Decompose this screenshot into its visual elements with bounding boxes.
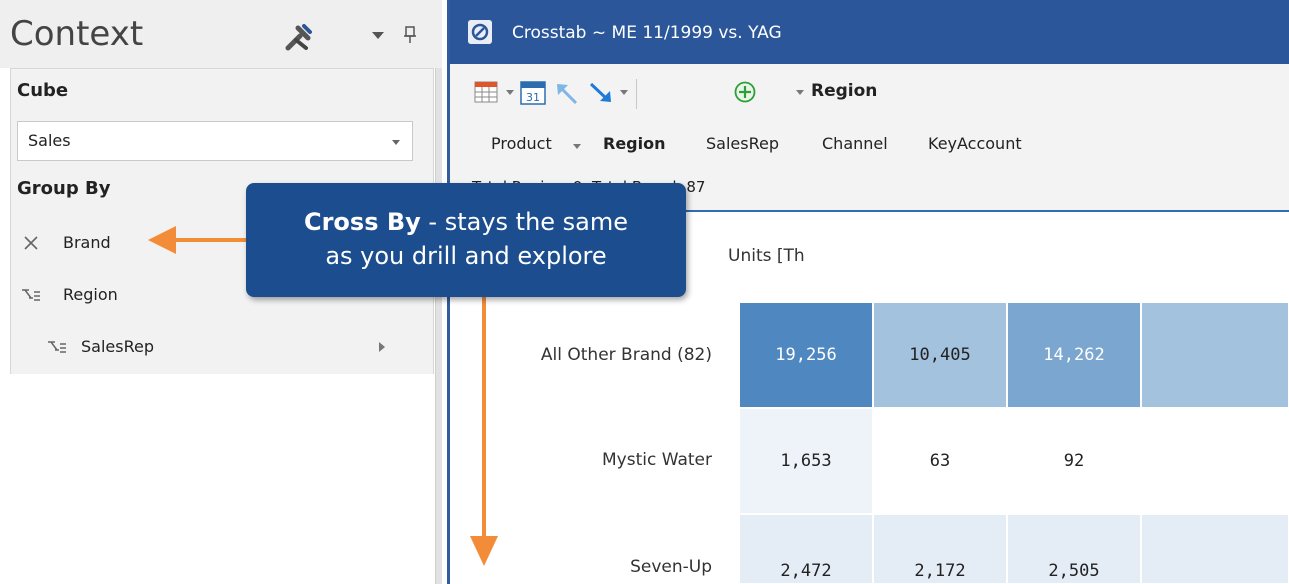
arrowhead-down: [470, 536, 498, 566]
arrowhead-left: [148, 226, 176, 254]
callout: Cross By - stays the same as you drill a…: [246, 183, 686, 297]
callout-line-2: as you drill and explore: [325, 242, 607, 270]
callout-line-1-rest: - stays the same: [420, 208, 629, 236]
callout-line-1: Cross By - stays the same: [246, 205, 686, 239]
callout-bold-text: Cross By: [303, 208, 421, 236]
